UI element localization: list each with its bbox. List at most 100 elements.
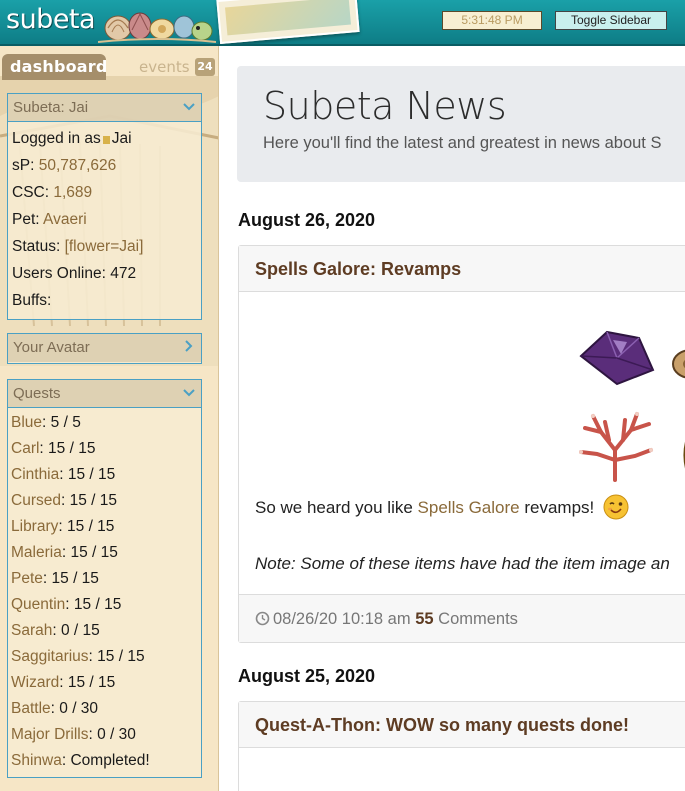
main-content: Subeta News Here you'll find the latest … [219,46,685,791]
quest-name-link[interactable]: Shinwa [11,752,62,769]
quest-name-link[interactable]: Maleria [11,544,62,561]
avatar-panel: Your Avatar [7,333,202,364]
quest-row: Library: 15 / 15 [11,514,198,540]
chevron-down-icon[interactable] [181,94,197,120]
quest-separator: : [88,726,98,743]
buffs-row: Buffs: [12,287,197,314]
quest-list: Blue: 5 / 5 Carl: 15 / 15 Cinthia: 15 / 15… [8,408,201,776]
quest-name-link[interactable]: Sarah [11,622,52,639]
avatar-panel-header[interactable]: Your Avatar [8,334,201,362]
logged-in-label: Logged in as [12,130,101,147]
coral-item-image[interactable] [575,410,657,484]
quests-panel-title: Quests [13,385,61,402]
news-header: Subeta News Here you'll find the latest … [237,66,685,182]
sidebar-tabs: dashboard events 24 [0,50,218,80]
post-title[interactable]: Quest-A-Thon: WOW so many quests done! [239,702,685,748]
csc-label: CSC: [12,184,50,201]
site-header: subeta 5:31:48 PM Toggle Sidebar [0,0,685,46]
quest-separator: : [59,466,68,483]
buffs-label: Buffs: [12,292,52,309]
winking-emoji-icon [603,494,629,520]
events-count-badge: 24 [195,58,215,76]
site-logo[interactable]: subeta [6,4,96,35]
quest-name-link[interactable]: Pete [11,570,43,587]
chevron-right-icon[interactable] [181,334,197,360]
user-panel-header[interactable]: Subeta: Jai [8,94,201,122]
post-body-prefix: So we heard you like [255,498,418,517]
comment-count[interactable]: 55 [415,610,433,628]
page-title: Subeta News [263,84,507,128]
quest-name-link[interactable]: Quentin [11,596,65,613]
quest-progress: 15 / 15 [97,648,145,665]
toggle-sidebar-button[interactable]: Toggle Sidebar [555,11,667,30]
post-footer: 08/26/20 10:18 am 55 Comments [239,594,685,642]
quest-progress: 5 / 5 [50,414,81,431]
post-body: So we heard you like Spells Galore revam… [239,292,685,594]
quest-separator: : [39,440,49,457]
quest-separator: : [88,648,98,665]
gold-item-image-partial[interactable] [679,432,685,482]
sp-value[interactable]: 50,787,626 [39,157,117,174]
quest-progress: 15 / 15 [67,518,115,535]
comments-link[interactable]: Comments [438,610,518,628]
quest-row: Cinthia: 15 / 15 [11,462,198,488]
amethyst-item-image[interactable] [577,326,657,388]
quest-name-link[interactable]: Library [11,518,58,535]
server-clock: 5:31:48 PM [442,11,542,30]
quest-name-link[interactable]: Cursed [11,492,61,509]
post-note: Note: Some of these items have had the i… [255,554,670,573]
post-body-text: So we heard you like Spells Galore revam… [255,494,629,520]
quest-separator: : [58,518,68,535]
quest-name-link[interactable]: Blue [11,414,42,431]
quest-separator: : [59,674,68,691]
post-title[interactable]: Spells Galore: Revamps [239,246,685,292]
seashells-logo-art [98,12,216,43]
sidebar: dashboard events 24 Subeta: Jai Logged i… [0,46,219,791]
quest-name-link[interactable]: Battle [11,700,51,717]
quest-row: Blue: 5 / 5 [11,410,198,436]
quest-progress: 15 / 15 [48,440,96,457]
tab-dashboard[interactable]: dashboard [2,54,107,80]
pet-link[interactable]: Avaeri [43,211,87,228]
spells-galore-link[interactable]: Spells Galore [418,498,520,517]
clock-icon [255,611,270,626]
bronze-item-image-partial[interactable] [669,344,685,384]
quest-row: Cursed: 15 / 15 [11,488,198,514]
tab-events-label: events [139,58,190,76]
tab-events[interactable]: events 24 [112,54,216,80]
quest-name-link[interactable]: Saggitarius [11,648,89,665]
quest-progress: 15 / 15 [70,544,118,561]
csc-row: CSC: 1,689 [12,179,197,206]
quest-row: Maleria: 15 / 15 [11,540,198,566]
quest-separator: : [42,570,52,587]
quest-progress: 0 / 30 [97,726,136,743]
username[interactable]: Jai [112,130,132,147]
logged-in-row: Logged in as Jai [12,125,197,152]
post-date: August 25, 2020 [238,666,376,686]
post-body-suffix: revamps! [519,498,595,517]
quest-row: Major Drills: 0 / 30 [11,722,198,748]
users-online-label: Users Online: [12,265,106,282]
quest-name-link[interactable]: Wizard [11,674,59,691]
quest-progress: Completed! [70,752,150,769]
quest-progress: 0 / 30 [59,700,99,717]
quests-panel: Quests Blue: 5 / 5 Carl: 15 / 15 Cinthia: … [7,379,202,778]
quest-row: Sarah: 0 / 15 [11,618,198,644]
quests-panel-header[interactable]: Quests [8,380,201,408]
user-panel-title: Subeta: Jai [13,99,89,116]
post-timestamp: 08/26/20 10:18 am [273,610,411,628]
page-subtitle: Here you'll find the latest and greatest… [263,134,662,152]
quest-row: Saggitarius: 15 / 15 [11,644,198,670]
csc-value[interactable]: 1,689 [53,184,92,201]
quest-separator: : [60,492,70,509]
status-value[interactable]: [flower=Jai] [65,238,144,255]
users-online-value[interactable]: 472 [110,265,136,282]
pet-label: Pet: [12,211,40,228]
quest-name-link[interactable]: Cinthia [11,466,59,483]
quest-name-link[interactable]: Carl [11,440,39,457]
quest-name-link[interactable]: Major Drills [11,726,89,743]
quest-progress: 15 / 15 [69,492,117,509]
chevron-down-icon[interactable] [181,380,197,406]
quest-progress: 15 / 15 [73,596,122,613]
news-post: Spells Galore: Revamps So we heard you l… [238,245,685,643]
